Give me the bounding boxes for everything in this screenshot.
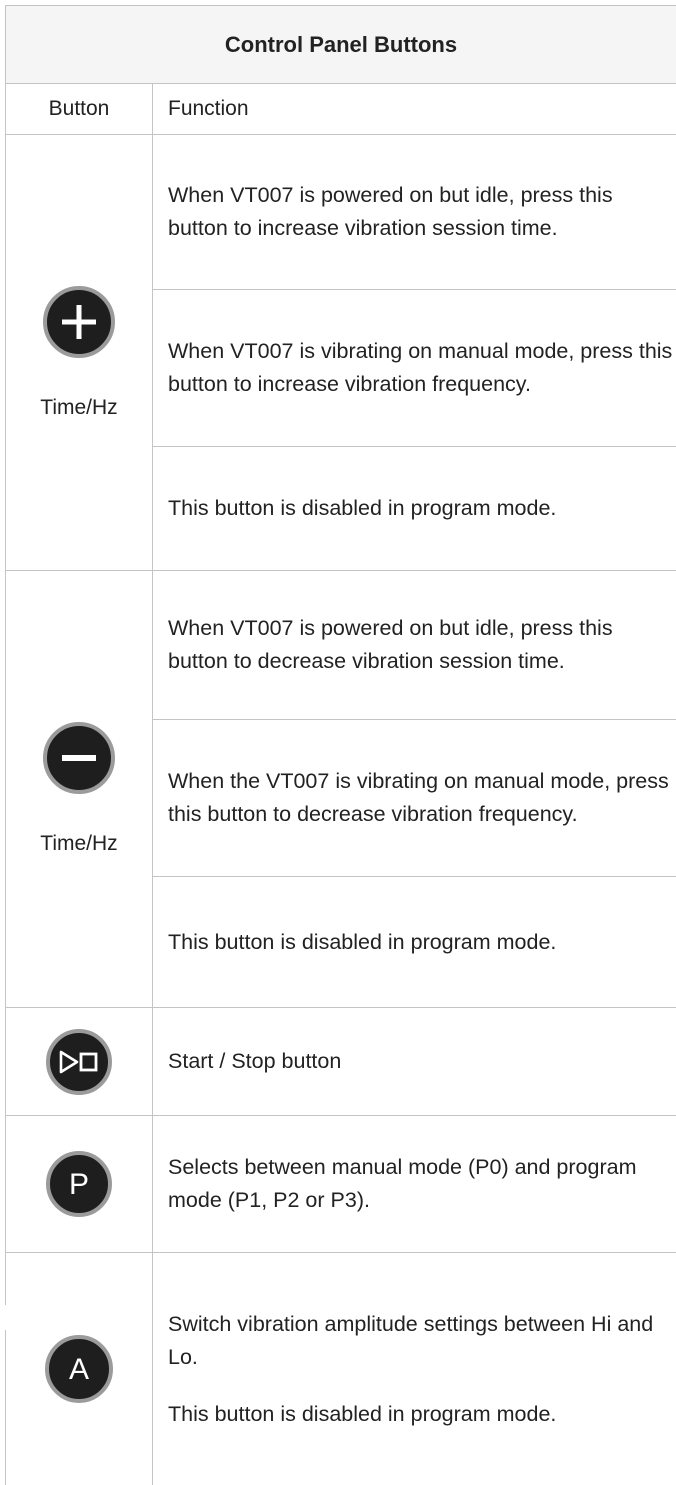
function-cell: This button is disabled in program mode.: [168, 447, 674, 570]
function-cell: When VT007 is powered on but idle, press…: [168, 135, 674, 289]
function-cell: Switch vibration amplitude settings betw…: [168, 1253, 674, 1485]
function-text: Start / Stop button: [168, 1049, 342, 1073]
row-divider: [153, 446, 676, 447]
function-text: When VT007 is vibrating on manual mode, …: [168, 339, 673, 396]
row-divider: [153, 876, 676, 877]
column-header-button: Button: [48, 97, 110, 120]
row-divider: [6, 134, 676, 135]
row-divider: [6, 570, 676, 571]
function-cell: This button is disabled in program mode.: [168, 877, 674, 1007]
svg-text:P: P: [69, 1168, 89, 1201]
button-label: Time/Hz: [40, 395, 118, 419]
table-border-top: [6, 5, 676, 6]
row-divider: [153, 289, 676, 290]
control-panel-table: Control Panel Buttons Button Function Ti…: [0, 0, 676, 1485]
row-divider: [6, 1115, 676, 1116]
table-border-left: [5, 1330, 6, 1485]
row-divider: [6, 83, 676, 84]
function-text: When VT007 is powered on but idle, press…: [168, 616, 613, 673]
function-text: When VT007 is powered on but idle, press…: [168, 183, 613, 240]
table-title: Control Panel Buttons: [224, 31, 458, 57]
function-cell: Start / Stop button: [168, 1008, 674, 1115]
table-row-button-plus: Time/Hz: [6, 135, 152, 570]
function-cell: Selects between manual mode (P0) and pro…: [168, 1116, 674, 1252]
play-stop-icon: [46, 1028, 112, 1095]
row-divider: [6, 1007, 676, 1008]
plus-icon: [43, 285, 115, 358]
button-label: Time/Hz: [40, 832, 118, 855]
a-letter-icon: A: [45, 1335, 113, 1403]
row-divider: [153, 719, 676, 720]
function-cell: When the VT007 is vibrating on manual mo…: [168, 720, 674, 876]
table-border-left: [5, 5, 6, 1305]
function-cell: When VT007 is powered on but idle, press…: [168, 571, 674, 719]
function-text: This button is disabled in program mode.: [168, 929, 557, 954]
p-letter-icon: P: [46, 1151, 112, 1217]
function-text: Selects between manual mode (P0) and pro…: [168, 1155, 637, 1212]
function-cell: When VT007 is vibrating on manual mode, …: [168, 290, 674, 446]
function-text: This button is disabled in program mode.: [168, 1401, 557, 1426]
svg-text:A: A: [69, 1353, 89, 1386]
table-row-button-a: A: [6, 1253, 152, 1485]
column-divider: [152, 83, 153, 1485]
table-row-button-p: P: [6, 1116, 152, 1252]
function-text: When the VT007 is vibrating on manual mo…: [168, 769, 669, 826]
table-row-button-play-stop: [6, 1008, 152, 1115]
function-text: This button is disabled in program mode.: [168, 496, 557, 520]
column-header-function: Function: [168, 97, 249, 120]
table-row-button-minus: Time/Hz: [6, 571, 152, 1007]
minus-icon: [43, 722, 115, 794]
row-divider: [6, 1252, 676, 1253]
function-text: Switch vibration amplitude settings betw…: [168, 1311, 654, 1369]
